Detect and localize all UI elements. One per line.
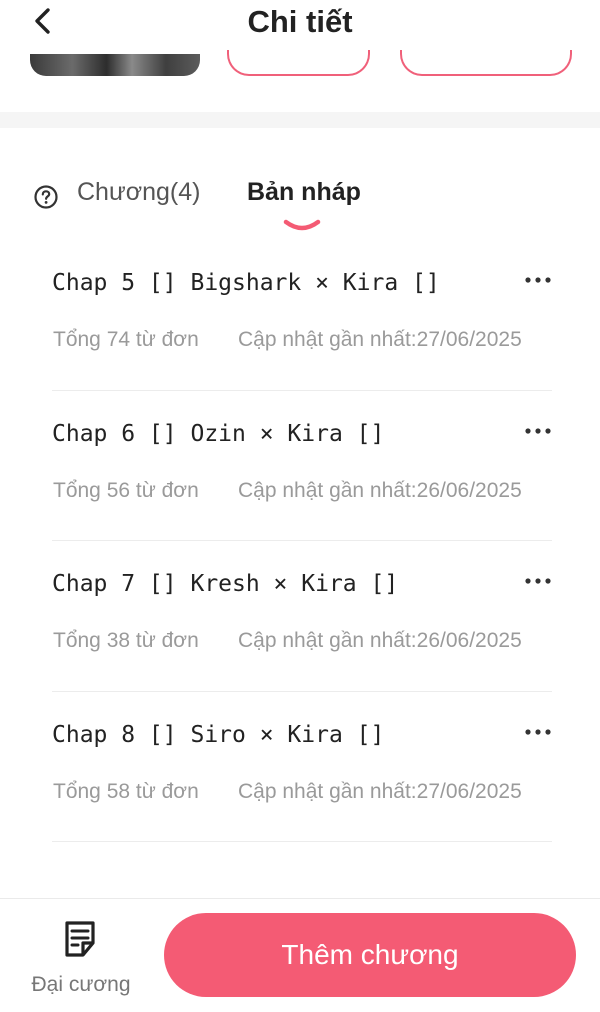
- header-bar: Chi tiết: [0, 0, 600, 48]
- bottom-action-bar: Đại cương Thêm chương: [0, 898, 600, 1012]
- section-divider: [0, 112, 600, 128]
- tab-chapters[interactable]: Chương(4): [77, 178, 200, 207]
- chapter-list: Chap 5 [] Bigshark × Kira [] Tổng 74 từ …: [52, 240, 552, 842]
- page-title: Chi tiết: [247, 4, 353, 39]
- outline-button[interactable]: Đại cương: [22, 917, 140, 1007]
- more-horizontal-icon: [525, 427, 551, 434]
- question-circle-icon[interactable]: [33, 184, 59, 210]
- list-item[interactable]: Chap 6 [] Ozin × Kira [] Tổng 56 từ đơn …: [52, 391, 554, 541]
- chapter-updated-date: Cập nhật gần nhất:27/06/2025: [238, 328, 522, 351]
- more-options-button[interactable]: [522, 419, 554, 443]
- more-horizontal-icon: [525, 277, 551, 283]
- chapter-title: Chap 5 [] Bigshark × Kira []: [52, 270, 440, 296]
- cover-image: [30, 54, 200, 76]
- action-pill-button[interactable]: [227, 50, 370, 76]
- chapter-word-count: Tổng 58 từ đơn: [53, 779, 199, 803]
- list-item[interactable]: Chap 8 [] Siro × Kira [] Tổng 58 từ đơn …: [52, 692, 554, 842]
- chapter-word-count: Tổng 56 từ đơn: [53, 478, 199, 502]
- document-list-icon: [65, 921, 95, 957]
- active-tab-indicator: [283, 219, 321, 231]
- tab-drafts[interactable]: Bản nháp: [247, 178, 361, 207]
- more-horizontal-icon: [525, 728, 551, 735]
- action-pill-button[interactable]: [400, 50, 572, 76]
- chapter-updated-date: Cập nhật gần nhất:27/06/2025: [238, 779, 522, 803]
- chapter-word-count: Tổng 74 từ đơn: [53, 328, 199, 351]
- chapter-title: Chap 8 [] Siro × Kira []: [52, 721, 385, 748]
- chapter-title: Chap 7 [] Kresh × Kira []: [52, 571, 399, 597]
- chapter-title: Chap 6 [] Ozin × Kira []: [52, 420, 385, 447]
- list-item[interactable]: Chap 5 [] Bigshark × Kira [] Tổng 74 từ …: [52, 240, 552, 391]
- more-horizontal-icon: [525, 578, 551, 584]
- chapter-updated-date: Cập nhật gần nhất:26/06/2025: [238, 629, 522, 652]
- chapter-word-count: Tổng 38 từ đơn: [53, 629, 199, 652]
- list-item[interactable]: Chap 7 [] Kresh × Kira [] Tổng 38 từ đơn…: [52, 541, 552, 692]
- more-options-button[interactable]: [522, 720, 554, 744]
- add-chapter-button[interactable]: Thêm chương: [164, 913, 576, 997]
- outline-label: Đại cương: [31, 973, 131, 996]
- more-options-button[interactable]: [522, 569, 554, 593]
- more-options-button[interactable]: [522, 268, 554, 292]
- chapter-updated-date: Cập nhật gần nhất:26/06/2025: [238, 478, 522, 502]
